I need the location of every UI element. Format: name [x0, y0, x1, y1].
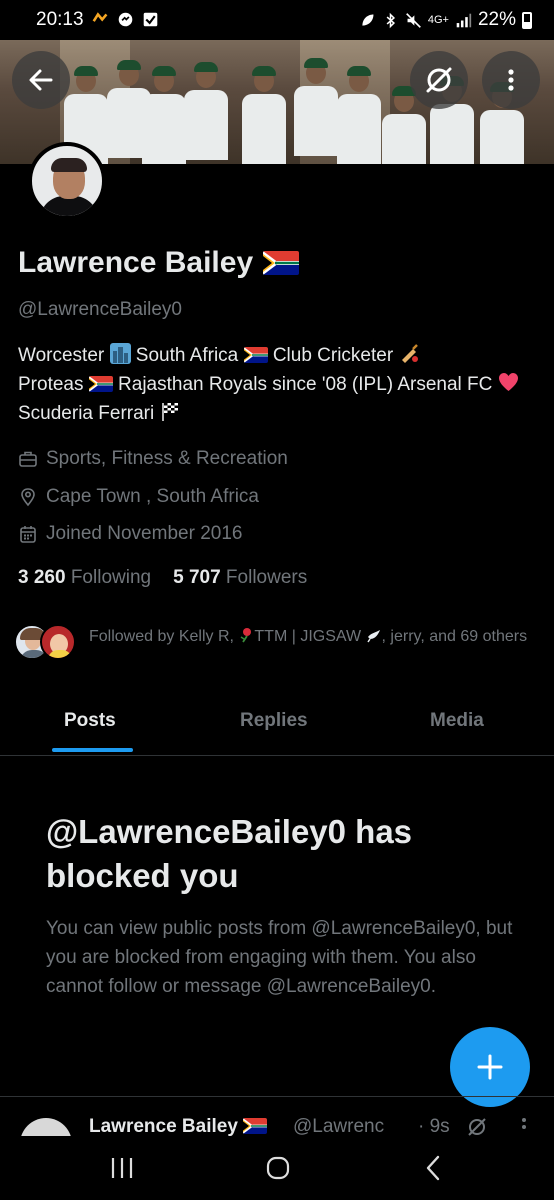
followers-count: 5 707	[173, 567, 221, 588]
home-button[interactable]	[260, 1150, 296, 1186]
south-africa-flag-icon	[243, 347, 268, 363]
messenger-icon	[118, 12, 133, 27]
bluetooth-icon	[386, 12, 395, 28]
bio-text: South Africa	[135, 345, 239, 366]
profile-tabs: Posts Replies Media	[0, 698, 554, 756]
location-text: Cape Town , South Africa	[46, 486, 259, 507]
bio-text: Proteas	[18, 374, 84, 395]
system-status-icons: 4G+ 22%	[359, 9, 532, 31]
banner-player	[292, 58, 340, 156]
chevron-left-icon	[426, 1155, 440, 1181]
bio-text: Rajasthan Royals since '08 (IPL) Arsenal…	[118, 374, 493, 395]
divider	[0, 1096, 554, 1097]
south-africa-flag-icon	[243, 1118, 268, 1134]
back-button[interactable]	[12, 51, 70, 109]
category-text: Sports, Fitness & Recreation	[46, 448, 288, 469]
more-options-button[interactable]	[482, 51, 540, 109]
red-heart-icon	[498, 373, 518, 391]
profile-handle: @LawrenceBailey0	[18, 299, 182, 320]
active-tab-indicator	[52, 748, 133, 752]
banner-player	[140, 66, 188, 164]
banner-player	[240, 66, 288, 164]
profile-avatar[interactable]	[28, 142, 106, 220]
bio-text: Worcester	[18, 345, 105, 366]
rose-icon	[240, 628, 252, 643]
followers-link[interactable]: 5 707 Followers	[173, 567, 307, 589]
south-africa-flag-icon	[88, 376, 113, 392]
plus-icon	[477, 1054, 503, 1080]
following-label: Following	[70, 567, 152, 588]
cityscape-icon	[109, 343, 131, 364]
location-pin-icon	[21, 488, 35, 507]
arrow-left-icon	[29, 69, 53, 91]
checkbox-notification-icon	[143, 12, 158, 27]
profile-location: Cape Town , South Africa	[18, 486, 259, 508]
battery-icon	[522, 11, 532, 29]
checkered-flag-icon	[161, 403, 178, 421]
network-type: 4G+	[427, 13, 449, 26]
south-africa-flag-icon	[263, 251, 300, 275]
follower-avatar	[40, 624, 76, 660]
followed-by-text[interactable]: Followed by Kelly R, TTM | JIGSAW , jerr…	[89, 624, 529, 650]
followers-label: Followers	[225, 567, 308, 588]
bio-text: Club Cricketer	[272, 345, 394, 366]
post-author-avatar[interactable]	[20, 1118, 72, 1136]
blocked-title: @LawrenceBailey0 has blocked you	[46, 813, 413, 894]
tab-replies[interactable]: Replies	[240, 710, 308, 732]
grok-button[interactable]	[410, 51, 468, 109]
followed-by-ttm: TTM | JIGSAW	[254, 628, 362, 645]
banner-player	[182, 62, 230, 160]
post-time: · 9s	[418, 1116, 450, 1136]
compose-post-button[interactable]	[450, 1027, 530, 1107]
leaf-icon	[362, 14, 374, 26]
more-vertical-icon	[508, 69, 514, 91]
recent-apps-button[interactable]	[104, 1150, 140, 1186]
notification-icons	[92, 11, 159, 28]
status-time: 20:13	[36, 9, 84, 30]
profile-bio: Worcester South Africa Club Cricketer Pr…	[18, 341, 538, 428]
more-vertical-icon[interactable]	[516, 1116, 532, 1136]
briefcase-icon	[19, 451, 37, 467]
post-author-name: Lawrence Bailey	[89, 1116, 268, 1136]
post-author-handle: @Lawrenc	[293, 1116, 385, 1136]
profile-category: Sports, Fitness & Recreation	[18, 448, 288, 470]
follow-stats: 3 260 Following 5 707 Followers	[18, 567, 307, 589]
post-author-name-text: Lawrence Bailey	[89, 1116, 238, 1136]
joined-text: Joined November 2016	[46, 523, 243, 544]
status-bar: 20:13 4G+ 22%	[0, 0, 554, 40]
profile-name: Lawrence Bailey	[18, 246, 300, 280]
mute-icon	[405, 12, 421, 28]
android-navigation-bar	[0, 1136, 554, 1200]
profile-name-text: Lawrence Bailey	[18, 246, 254, 279]
blocked-description: You can view public posts from @Lawrence…	[46, 918, 513, 997]
followed-by-suffix: , jerry, and 69 others	[381, 628, 528, 645]
recent-apps-icon	[111, 1158, 133, 1178]
home-icon	[266, 1156, 290, 1180]
back-nav-button[interactable]	[416, 1150, 452, 1186]
banner-player	[335, 66, 383, 164]
following-link[interactable]: 3 260 Following	[18, 567, 151, 589]
tab-media[interactable]: Media	[430, 710, 484, 732]
followed-by-prefix: Followed by Kelly R,	[89, 628, 234, 645]
following-count: 3 260	[18, 567, 66, 588]
grok-icon[interactable]	[466, 1116, 488, 1136]
grok-icon	[426, 67, 452, 93]
calendar-icon	[20, 526, 36, 543]
signal-icon	[456, 13, 472, 27]
battery-percent: 22%	[477, 9, 516, 30]
tab-posts[interactable]: Posts	[64, 710, 116, 732]
dove-icon	[366, 630, 380, 643]
followed-by-avatars[interactable]	[14, 624, 76, 660]
bio-text: Scuderia Ferrari	[18, 403, 155, 424]
app-notification-icon	[92, 12, 108, 22]
profile-joined: Joined November 2016	[18, 523, 242, 545]
cricket-bat-icon	[402, 344, 419, 363]
post-preview[interactable]: Lawrence Bailey @Lawrenc · 9s	[0, 1108, 554, 1136]
